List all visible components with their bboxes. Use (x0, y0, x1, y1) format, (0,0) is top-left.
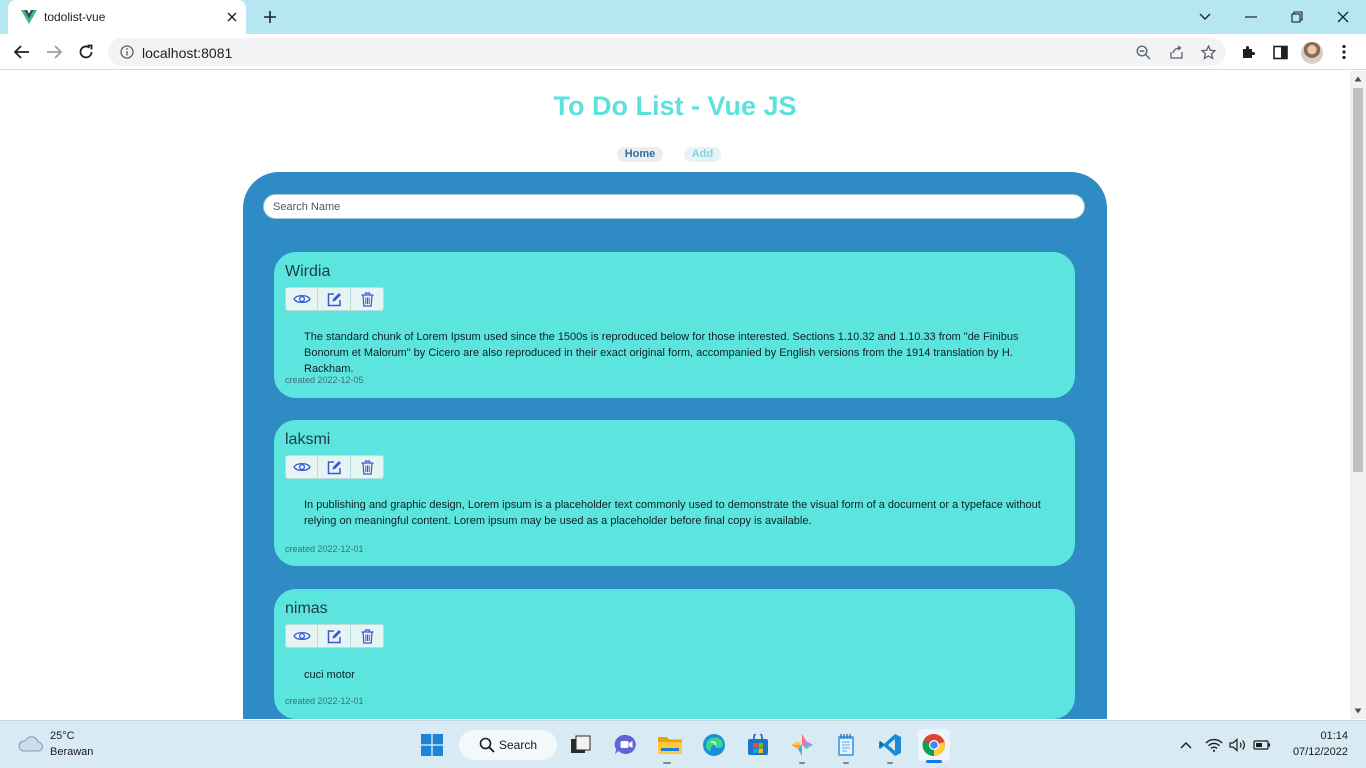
todo-panel: Wirdia The standard chunk of Lorem Ipsum… (243, 172, 1107, 719)
eye-icon (292, 462, 311, 472)
tab-title: todolist-vue (44, 10, 106, 24)
todo-name: Wirdia (285, 263, 331, 280)
browser-tab-strip: todolist-vue (0, 0, 1366, 34)
scroll-up-arrow-icon[interactable] (1354, 75, 1362, 83)
page-viewport: To Do List - Vue JS Home Add Wirdia The … (0, 71, 1350, 719)
notepad-open-indicator (843, 762, 849, 764)
todo-description: The standard chunk of Lorem Ipsum used s… (304, 331, 1019, 375)
todo-description: In publishing and graphic design, Lorem … (304, 499, 1041, 527)
microsoft-store-icon[interactable] (742, 729, 774, 761)
weather-description[interactable]: Berawan (50, 746, 93, 758)
delete-button[interactable] (351, 624, 384, 648)
vscode-icon[interactable] (874, 729, 906, 761)
url-text: localhost:8081 (142, 45, 233, 61)
back-arrow-icon[interactable] (11, 41, 33, 63)
trash-icon (361, 291, 373, 307)
page-title: To Do List - Vue JS (553, 91, 797, 121)
close-window-icon[interactable] (1332, 6, 1354, 28)
todo-actions (285, 624, 384, 648)
todo-card: Wirdia The standard chunk of Lorem Ipsum… (274, 252, 1075, 398)
chrome-icon[interactable] (918, 729, 950, 761)
side-panel-icon[interactable] (1270, 42, 1290, 62)
todo-actions (285, 455, 384, 479)
view-button[interactable] (285, 624, 318, 648)
eye-icon (292, 294, 311, 304)
page-scrollbar[interactable] (1350, 71, 1366, 719)
close-tab-icon[interactable] (223, 8, 241, 26)
wifi-icon[interactable] (1204, 735, 1224, 755)
file-explorer-icon[interactable] (654, 729, 686, 761)
view-button[interactable] (285, 287, 318, 311)
todo-name: nimas (285, 600, 328, 617)
show-hidden-icons-chevron-icon[interactable] (1176, 735, 1196, 755)
edit-icon (327, 292, 341, 306)
todo-name: laksmi (285, 431, 331, 448)
new-tab-icon[interactable] (259, 6, 281, 28)
delete-button[interactable] (351, 455, 384, 479)
app-pinwheel-icon[interactable] (786, 729, 818, 761)
taskbar-search-label: Search (499, 738, 538, 752)
bookmark-star-icon[interactable] (1200, 44, 1216, 60)
edit-button[interactable] (318, 455, 351, 479)
todo-created-date: created 2022-12-01 (285, 544, 364, 554)
todo-description: cuci motor (304, 669, 355, 681)
edit-icon (327, 460, 341, 474)
notepad-icon[interactable] (830, 729, 862, 761)
edit-button[interactable] (318, 287, 351, 311)
scrollbar-thumb[interactable] (1353, 88, 1363, 472)
todo-card: nimas cuci motor created 2022-12-01 (274, 589, 1075, 719)
trash-icon (361, 459, 373, 475)
todo-created-date: created 2022-12-05 (285, 375, 364, 385)
profile-avatar[interactable] (1301, 42, 1323, 64)
taskbar-search[interactable]: Search (459, 730, 557, 760)
edit-button[interactable] (318, 624, 351, 648)
restore-icon[interactable] (1286, 6, 1308, 28)
zoom-out-icon[interactable] (1135, 44, 1151, 60)
nav-home-link[interactable]: Home (617, 147, 663, 162)
explorer-open-indicator (663, 762, 671, 764)
address-bar[interactable]: localhost:8081 (108, 38, 1226, 66)
extensions-icon[interactable] (1238, 42, 1258, 62)
cloud-icon[interactable] (17, 734, 43, 754)
taskbar: 25°C Berawan Search 01:14 07/12/2022 (0, 720, 1366, 768)
site-info-icon[interactable] (120, 45, 134, 59)
browser-tab[interactable]: todolist-vue (8, 0, 246, 34)
search-input[interactable] (263, 194, 1085, 219)
trash-icon (361, 628, 373, 644)
edit-icon (327, 629, 341, 643)
browser-toolbar: localhost:8081 (0, 34, 1366, 70)
app-open-indicator (799, 762, 805, 764)
volume-icon[interactable] (1228, 735, 1248, 755)
view-button[interactable] (285, 455, 318, 479)
clock-date[interactable]: 07/12/2022 (1280, 746, 1348, 758)
todo-actions (285, 287, 384, 311)
todo-card: laksmi In publishing and graphic design,… (274, 420, 1075, 566)
more-menu-icon[interactable] (1334, 42, 1354, 62)
nav-add-link[interactable]: Add (684, 147, 721, 162)
task-view-icon[interactable] (565, 729, 597, 761)
scroll-down-arrow-icon[interactable] (1354, 707, 1362, 715)
teams-chat-icon[interactable] (610, 729, 642, 761)
todo-created-date: created 2022-12-01 (285, 696, 364, 706)
chrome-active-indicator (926, 760, 942, 763)
delete-button[interactable] (351, 287, 384, 311)
battery-icon[interactable] (1252, 735, 1272, 755)
clock-time[interactable]: 01:14 (1300, 730, 1348, 742)
edge-browser-icon[interactable] (698, 729, 730, 761)
minimize-icon[interactable] (1240, 6, 1262, 28)
search-icon (479, 737, 495, 753)
tab-search-chevron-icon[interactable] (1194, 6, 1216, 28)
vscode-open-indicator (887, 762, 893, 764)
vue-logo-icon (21, 10, 37, 24)
forward-arrow-icon[interactable] (43, 41, 65, 63)
share-icon[interactable] (1168, 44, 1184, 60)
weather-temperature[interactable]: 25°C (50, 730, 75, 742)
reload-icon[interactable] (75, 41, 97, 63)
eye-icon (292, 631, 311, 641)
windows-start-icon[interactable] (416, 729, 448, 761)
